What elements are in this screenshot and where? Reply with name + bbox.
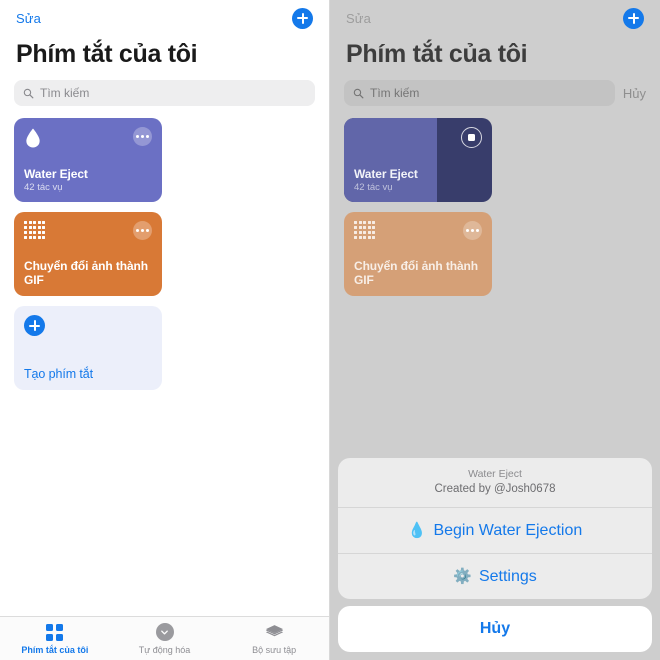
- shortcut-card-gif[interactable]: Chuyển đổi ảnh thành GIF: [344, 212, 492, 296]
- tab-label: Phím tắt của tôi: [21, 644, 89, 655]
- dual-screenshot: Sửa Phím tắt của tôi Tìm kiếm Water Ejec…: [0, 0, 660, 660]
- action-sheet-cancel-button[interactable]: Hủy: [338, 606, 652, 652]
- option-label: Begin Water Ejection: [433, 521, 583, 539]
- right-search-row: Tìm kiếm Hủy: [330, 70, 660, 106]
- shortcut-card-grid: Water Eject 42 tác vụ Chuyển đổi ảnh thà…: [0, 106, 329, 390]
- tab-bar: Phím tắt của tôi Tự động hóa Bộ sưu tập: [0, 616, 329, 660]
- water-drop-emoji-icon: 💧: [407, 522, 427, 539]
- search-input[interactable]: Tìm kiếm: [14, 80, 315, 106]
- tab-automation[interactable]: Tự động hóa: [110, 623, 220, 655]
- card-bottom-row: Chuyển đổi ảnh thành GIF: [354, 259, 482, 287]
- shortcut-card-grid: Water Eject 42 tác vụ Chuyển đổi ảnh thà…: [330, 106, 660, 296]
- card-title: Water Eject: [24, 167, 88, 181]
- shortcut-card-water-eject[interactable]: Water Eject 42 tác vụ: [14, 118, 162, 202]
- layers-icon: [265, 623, 284, 642]
- card-bottom-row: Chuyển đổi ảnh thành GIF: [24, 259, 152, 287]
- edit-button[interactable]: Sửa: [16, 11, 41, 26]
- plus-icon[interactable]: [292, 7, 313, 29]
- stop-icon[interactable]: [461, 127, 482, 148]
- action-sheet-option-settings[interactable]: ⚙️ Settings: [338, 553, 652, 599]
- chevron-down-circle-icon: [155, 623, 174, 642]
- shortcuts-screen-default: Sửa Phím tắt của tôi Tìm kiếm Water Ejec…: [0, 0, 330, 660]
- action-sheet-header: Water Eject Created by @Josh0678: [338, 458, 652, 507]
- action-sheet-subtitle: Created by @Josh0678: [434, 483, 556, 495]
- ellipsis-icon[interactable]: [463, 221, 482, 240]
- gear-emoji-icon: ⚙️: [453, 568, 472, 585]
- action-sheet: Water Eject Created by @Josh0678 💧 Begin…: [338, 458, 652, 652]
- card-subtitle: 42 tác vụ: [24, 182, 63, 193]
- shortcuts-screen-action-sheet: Sửa Phím tắt của tôi Tìm kiếm Hủy Water …: [330, 0, 660, 660]
- action-sheet-group: Water Eject Created by @Josh0678 💧 Begin…: [338, 458, 652, 599]
- left-search-row: Tìm kiếm: [0, 70, 329, 106]
- option-label: Settings: [478, 567, 537, 585]
- card-bottom-row: Water Eject 42 tác vụ: [354, 167, 482, 193]
- dot-grid-icon: [354, 221, 375, 239]
- tab-gallery[interactable]: Bộ sưu tập: [219, 623, 329, 655]
- dot-grid-icon: [24, 221, 45, 239]
- card-subtitle: 42 tác vụ: [354, 182, 393, 193]
- search-icon: [353, 88, 364, 99]
- create-shortcut-card[interactable]: Tạo phím tắt: [14, 306, 162, 390]
- plus-circle-icon: [24, 315, 45, 336]
- page-title: Phím tắt của tôi: [346, 40, 528, 68]
- card-title: Chuyển đổi ảnh thành GIF: [24, 259, 148, 287]
- card-title: Water Eject: [354, 167, 418, 181]
- card-bottom-row: Water Eject 42 tác vụ: [24, 167, 152, 193]
- page-title: Phím tắt của tôi: [16, 40, 198, 68]
- tab-my-shortcuts[interactable]: Phím tắt của tôi: [0, 623, 110, 655]
- search-placeholder: Tìm kiếm: [40, 86, 90, 100]
- search-input[interactable]: Tìm kiếm: [344, 80, 615, 106]
- search-placeholder: Tìm kiếm: [370, 86, 420, 100]
- action-sheet-title: Water Eject: [468, 468, 522, 480]
- ellipsis-icon[interactable]: [133, 127, 152, 146]
- action-sheet-option-begin-water-ejection[interactable]: 💧 Begin Water Ejection: [338, 507, 652, 553]
- left-navbar: Sửa: [0, 0, 329, 36]
- right-navbar: Sửa: [330, 0, 660, 36]
- grid-squares-icon: [46, 623, 64, 642]
- water-drop-icon: [24, 127, 42, 149]
- card-top-row: [24, 315, 152, 336]
- card-top-row: [24, 127, 152, 149]
- card-top-row: [354, 127, 482, 148]
- plus-icon[interactable]: [623, 7, 644, 29]
- shortcut-card-water-eject-running[interactable]: Water Eject 42 tác vụ: [344, 118, 492, 202]
- ellipsis-icon[interactable]: [133, 221, 152, 240]
- card-title: Tạo phím tắt: [24, 367, 93, 381]
- shortcut-card-gif[interactable]: Chuyển đổi ảnh thành GIF: [14, 212, 162, 296]
- search-cancel-button[interactable]: Hủy: [623, 86, 646, 101]
- edit-button[interactable]: Sửa: [346, 11, 371, 26]
- card-title: Chuyển đổi ảnh thành GIF: [354, 259, 478, 287]
- card-bottom-row: Tạo phím tắt: [24, 367, 152, 381]
- tab-label: Bộ sưu tập: [252, 644, 297, 655]
- card-top-row: [24, 221, 152, 240]
- tab-label: Tự động hóa: [138, 644, 191, 655]
- search-icon: [23, 88, 34, 99]
- card-top-row: [354, 221, 482, 240]
